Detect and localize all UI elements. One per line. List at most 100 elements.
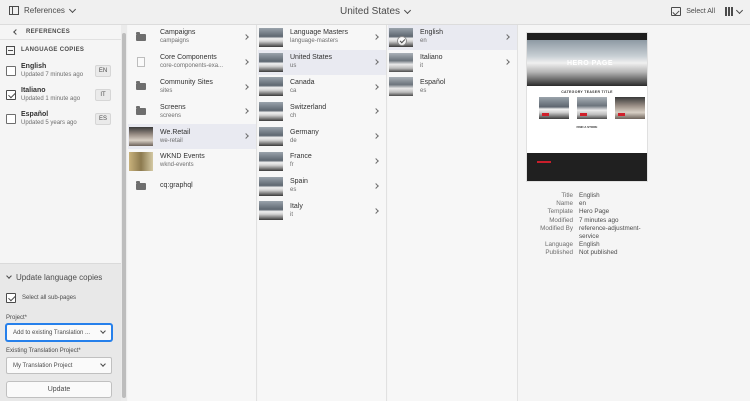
list-item[interactable]: Germany de xyxy=(258,124,386,149)
chevron-down-icon xyxy=(68,5,76,13)
rail-selector[interactable]: References xyxy=(9,5,76,15)
list-item[interactable]: Language Masters language-masters xyxy=(258,25,386,50)
view-switcher[interactable] xyxy=(725,6,744,16)
select-all-button[interactable]: Select All xyxy=(671,7,715,16)
page-thumbnail xyxy=(259,176,283,196)
page-properties: Title English Name en Template Hero Page Mo… xyxy=(519,192,750,258)
references-rail: REFERENCES LANGUAGE COPIES English Updat… xyxy=(0,25,121,401)
language-copy-checkbox[interactable] xyxy=(6,114,16,124)
chevron-right-icon[interactable] xyxy=(373,133,379,140)
language-copies-header: LANGUAGE COPIES xyxy=(0,40,121,60)
list-item[interactable]: Campaigns campaigns xyxy=(128,25,256,50)
language-code-badge: EN xyxy=(95,65,111,77)
item-name: core-components-exa... xyxy=(160,63,224,70)
page-thumbnail xyxy=(129,151,153,171)
item-title: Campaigns xyxy=(160,29,196,37)
rail-scrollbar[interactable] xyxy=(121,25,127,401)
property-row: Published Not published xyxy=(519,249,750,257)
select-all-subpages[interactable]: Select all sub-pages xyxy=(0,282,121,303)
chevron-right-icon[interactable] xyxy=(373,158,379,164)
folder-icon xyxy=(136,81,146,91)
chevron-right-icon[interactable] xyxy=(243,133,249,140)
list-item[interactable]: Switzerland ch xyxy=(258,99,386,124)
select-subpages-checkbox[interactable] xyxy=(6,293,16,303)
property-label: Modified xyxy=(549,216,573,224)
chevron-right-icon[interactable] xyxy=(243,34,249,40)
page-thumbnail xyxy=(259,201,283,221)
chevron-right-icon[interactable] xyxy=(504,58,510,65)
page-icon xyxy=(137,57,145,68)
chevron-right-icon[interactable] xyxy=(243,83,249,90)
list-item[interactable]: Screens screens xyxy=(128,99,256,124)
list-item[interactable]: Core Components core-components-exa... xyxy=(128,50,256,75)
deselect-all-checkbox[interactable] xyxy=(6,45,15,55)
chevron-right-icon[interactable] xyxy=(504,34,510,40)
folder-icon-wrap xyxy=(129,77,153,96)
item-title: Screens xyxy=(160,103,186,111)
preview-teaser xyxy=(615,97,645,119)
item-name: de xyxy=(290,137,297,144)
language-copy-english[interactable]: English Updated 7 minutes ago EN xyxy=(0,60,121,84)
property-value: Hero Page xyxy=(579,208,610,216)
item-title: Community Sites xyxy=(160,78,213,86)
folder-icon xyxy=(136,106,146,116)
list-item[interactable]: Italy it xyxy=(258,199,386,224)
select-all-icon xyxy=(671,7,682,16)
list-item[interactable]: WKND Events wknd-events xyxy=(128,149,256,174)
project-select[interactable]: Add to existing Translation ... xyxy=(6,324,112,341)
list-item[interactable]: Community Sites sites xyxy=(128,75,256,100)
item-name: fr xyxy=(290,162,294,169)
rail-selector-label: References xyxy=(24,6,65,15)
update-button[interactable]: Update xyxy=(6,381,112,398)
update-language-copies-toggle[interactable]: Update language copies xyxy=(0,264,121,282)
existing-project-select[interactable]: My Translation Project xyxy=(6,357,112,374)
list-item-selected[interactable]: We.Retail we-retail xyxy=(128,124,256,149)
list-item[interactable]: cq:graphql xyxy=(128,174,256,199)
chevron-right-icon[interactable] xyxy=(373,207,379,214)
column-view-icon xyxy=(725,7,733,16)
language-copy-italiano[interactable]: Italiano Updated 1 minute ago IT xyxy=(0,84,121,108)
language-copy-checkbox[interactable] xyxy=(6,90,16,100)
item-title: WKND Events xyxy=(160,153,205,161)
item-title: United States xyxy=(290,54,333,62)
language-copy-espanol[interactable]: Español Updated 5 years ago ES xyxy=(0,108,121,132)
rail-toggle-icon[interactable] xyxy=(9,6,19,15)
property-label: Name xyxy=(556,200,573,208)
list-item-selected[interactable]: English en xyxy=(388,25,517,50)
property-label: Language xyxy=(544,241,573,249)
preview-teaser xyxy=(577,97,607,119)
item-title: Switzerland xyxy=(290,103,327,111)
existing-project-value: My Translation Project xyxy=(13,362,73,369)
selected-check-icon xyxy=(397,35,407,46)
back-chevron-icon[interactable] xyxy=(13,29,19,35)
chevron-right-icon[interactable] xyxy=(373,182,379,189)
item-title: Italy xyxy=(290,202,303,210)
top-bar: References United States Select All xyxy=(0,0,750,25)
chevron-right-icon[interactable] xyxy=(243,58,249,65)
language-copy-checkbox[interactable] xyxy=(6,66,16,76)
page-thumbnail xyxy=(259,77,283,97)
list-item[interactable]: Spain es xyxy=(258,174,386,199)
property-row: Title English xyxy=(519,192,750,200)
list-item[interactable]: Canada ca xyxy=(258,75,386,100)
list-item[interactable]: Italiano it xyxy=(388,50,517,75)
chevron-right-icon[interactable] xyxy=(373,108,379,115)
path-title-dropdown[interactable]: United States xyxy=(340,6,412,17)
chevron-right-icon[interactable] xyxy=(373,34,379,40)
list-item[interactable]: Español es xyxy=(388,75,517,100)
project-select-value: Add to existing Translation ... xyxy=(13,329,91,336)
rail-header-title: REFERENCES xyxy=(26,29,71,35)
chevron-right-icon[interactable] xyxy=(373,58,379,65)
scrollbar-thumb[interactable] xyxy=(122,33,126,398)
item-name: ca xyxy=(290,87,297,94)
chevron-right-icon[interactable] xyxy=(243,108,249,115)
list-item[interactable]: France fr xyxy=(258,149,386,174)
page-thumbnail xyxy=(129,127,153,147)
item-title: Italiano xyxy=(420,54,443,62)
property-value: English xyxy=(579,241,600,249)
list-item-selected[interactable]: United States us xyxy=(258,49,386,75)
chevron-right-icon[interactable] xyxy=(373,83,379,90)
item-name: it xyxy=(290,211,293,218)
item-title: Germany xyxy=(290,128,319,136)
preview-footer xyxy=(527,153,647,181)
